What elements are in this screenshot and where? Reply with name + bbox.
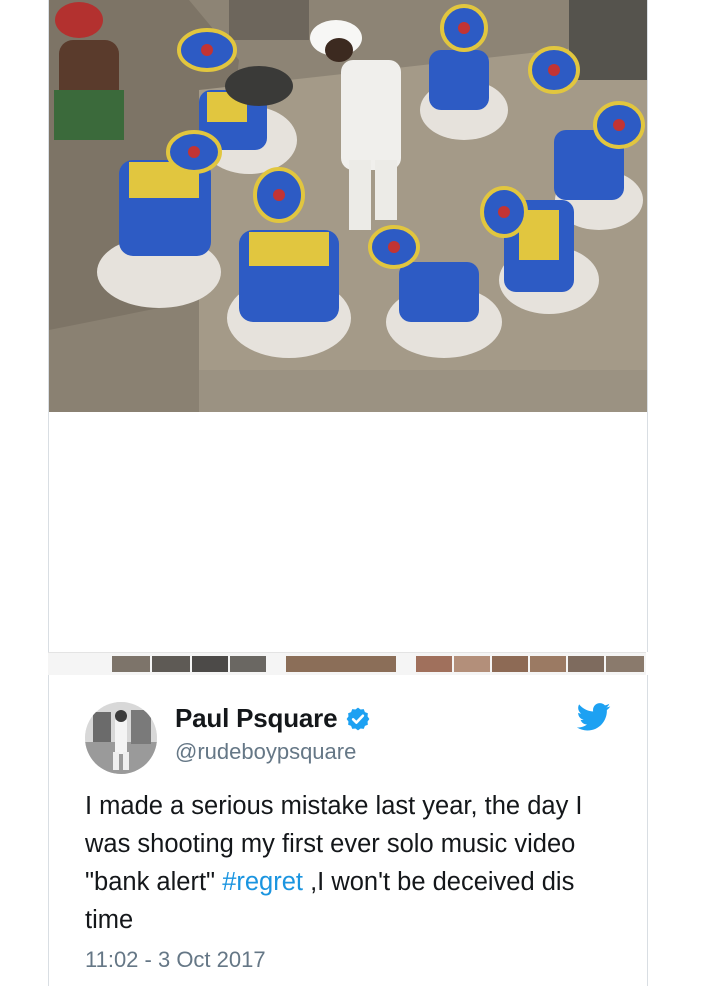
tweet-timestamp[interactable]: 11:02 - 3 Oct 2017 [85, 947, 266, 973]
verified-badge-icon [346, 707, 370, 730]
tweet-screenshot: Paul Psquare @rudeboypsquare I made a se… [0, 0, 704, 986]
thumbnail[interactable] [416, 656, 452, 672]
thumbnail[interactable] [568, 656, 604, 672]
user-handle[interactable]: @rudeboypsquare [175, 739, 356, 765]
thumbnail[interactable] [230, 656, 266, 672]
tweet-card: Paul Psquare @rudeboypsquare I made a se… [48, 675, 648, 986]
thumbnail[interactable] [492, 656, 528, 672]
display-name[interactable]: Paul Psquare [175, 703, 338, 734]
photo-dancers-image [49, 0, 647, 412]
thumbnail[interactable] [152, 656, 190, 672]
thumbnail[interactable] [286, 656, 396, 672]
thumbnail[interactable] [606, 656, 644, 672]
avatar[interactable] [85, 702, 157, 774]
thumbnail[interactable] [112, 656, 150, 672]
thumbnail-strip [48, 652, 646, 676]
media-card [48, 0, 648, 652]
twitter-bird-icon[interactable] [577, 703, 611, 731]
thumbnail[interactable] [454, 656, 490, 672]
thumbnail[interactable] [530, 656, 566, 672]
avatar-image [85, 702, 157, 774]
thumbnail[interactable] [192, 656, 228, 672]
hashtag-link[interactable]: #regret [222, 868, 303, 896]
tweet-text: I made a serious mistake last year, the … [85, 787, 625, 939]
tweet-photo[interactable] [49, 0, 647, 412]
name-row: Paul Psquare [175, 703, 371, 734]
